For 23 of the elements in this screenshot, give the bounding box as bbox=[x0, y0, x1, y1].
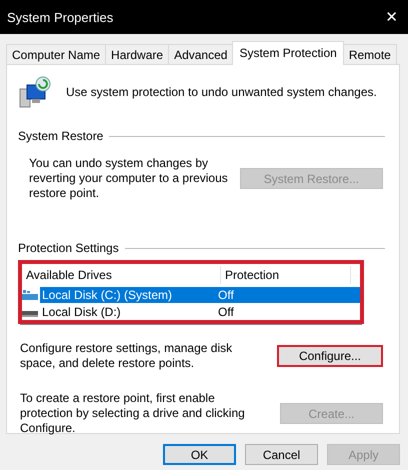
description-text: To create a restore point, first enable protection by selecting a drive and clicking Configure. bbox=[20, 391, 246, 436]
column-header[interactable]: Available Drives bbox=[22, 266, 221, 284]
group-heading: System Restore bbox=[18, 129, 104, 144]
drive-name[interactable]: Local Disk (D:) bbox=[40, 304, 216, 320]
drive-name[interactable]: Local Disk (C:) (System) bbox=[40, 286, 216, 302]
computer-shield-icon bbox=[18, 75, 52, 109]
close-icon[interactable]: ✕ bbox=[385, 8, 398, 26]
description-text: You can undo system changes by reverting your computer to a previous restore point. bbox=[29, 156, 229, 201]
protection-status: Off bbox=[217, 304, 235, 320]
configure-button[interactable]: Configure... bbox=[277, 345, 383, 367]
tab[interactable]: Remote bbox=[342, 44, 397, 65]
tab[interactable]: System Protection bbox=[232, 41, 344, 65]
window-title: System Properties bbox=[7, 10, 114, 24]
dialog-button[interactable]: OK bbox=[163, 444, 236, 465]
intro-text: Use system protection to undo unwanted system changes. bbox=[66, 84, 377, 100]
drive-list[interactable]: Available Drives Protection Local Disk (C:) (System) Off Local Disk (D:) Off bbox=[20, 262, 362, 325]
group-heading: Protection Settings bbox=[18, 241, 119, 256]
protection-status: Off bbox=[216, 286, 360, 302]
dialog-button[interactable]: Cancel bbox=[245, 444, 318, 465]
drive-icon bbox=[22, 288, 38, 300]
tab[interactable]: Computer Name bbox=[6, 44, 106, 65]
description-text: Configure restore settings, manage disk space, and delete restore points. bbox=[20, 341, 234, 371]
column-header[interactable]: Protection bbox=[221, 266, 351, 284]
